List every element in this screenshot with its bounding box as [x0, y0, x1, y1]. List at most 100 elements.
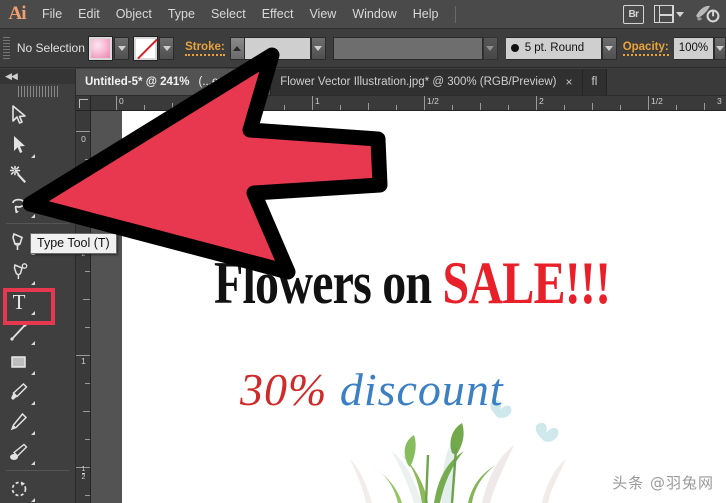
ruler-h-label-2: 1/2	[427, 96, 439, 106]
stroke-swatch[interactable]	[134, 36, 158, 60]
ruler-v-label-3: 12	[81, 466, 86, 481]
vertical-ruler[interactable]: 0 12 1 12	[76, 111, 91, 503]
artwork-subtitle[interactable]: 30% discount	[240, 363, 504, 416]
subtitle-discount-text: discount	[339, 364, 504, 415]
artboard[interactable]: Flowers on SALE!!! 30% discount	[122, 111, 726, 503]
cc-rocket-icon[interactable]	[694, 4, 720, 24]
opacity-label[interactable]: Opacity:	[622, 41, 669, 56]
add-anchor-point-tool[interactable]	[0, 257, 38, 287]
ruler-h-label-5: 3	[717, 96, 722, 106]
opacity-dropdown-button[interactable]	[714, 36, 726, 60]
brush-dot-icon	[510, 44, 519, 52]
type-tool-label: T	[12, 289, 26, 314]
stroke-profile-dropdown-button[interactable]	[482, 36, 498, 60]
ruler-h-label-4: 1/2	[651, 96, 663, 106]
tab-label: Untitled-5* @ 241%	[85, 76, 190, 88]
stroke-label[interactable]: Stroke:	[185, 41, 225, 56]
document-tab-bar: Untitled-5* @ 241% (...eview) × Flower V…	[76, 69, 726, 96]
line-segment-tool[interactable]	[0, 317, 38, 347]
tab-label-suffix: (...eview)	[198, 76, 246, 88]
stroke-profile-input[interactable]	[332, 36, 483, 60]
stroke-weight-dropdown-button[interactable]	[310, 36, 326, 60]
tab-close-icon[interactable]: ×	[565, 75, 572, 89]
control-bar: No Selection Stroke: 5 pt. Round Opacity…	[0, 29, 726, 68]
stroke-dropdown-button[interactable]	[159, 36, 175, 60]
menu-select[interactable]: Select	[203, 0, 254, 28]
horizontal-ruler[interactable]: 0 1 1/2 2 1/2 3	[76, 96, 726, 111]
ruler-h-label-1: 1	[315, 96, 320, 106]
tool-flyout-indicator-icon	[31, 341, 35, 345]
brush-control[interactable]: 5 pt. Round	[505, 36, 617, 60]
tool-flyout-indicator-icon	[31, 498, 35, 502]
tool-flyout-indicator-icon	[31, 371, 35, 375]
rotate-tool[interactable]	[0, 474, 38, 503]
tool-flyout-indicator-icon	[31, 461, 35, 465]
canvas-area[interactable]: Flowers on SALE!!! 30% discount 头条 @羽兔网	[91, 111, 726, 503]
tool-flyout-indicator-icon	[31, 214, 35, 218]
opacity-input[interactable]: 100%	[673, 36, 715, 60]
illustrator-window: Ai File Edit Object Type Select Effect V…	[0, 0, 726, 503]
ruler-origin-corner[interactable]	[76, 96, 91, 111]
headline-sale-text: SALE!!!	[442, 250, 612, 316]
tool-flyout-indicator-icon	[31, 281, 35, 285]
tool-flyout-indicator-icon	[31, 431, 35, 435]
tab-label: fl	[591, 76, 598, 88]
menu-view[interactable]: View	[301, 0, 344, 28]
selection-status: No Selection	[16, 41, 85, 55]
tab-untitled-5[interactable]: Untitled-5* @ 241% (...eview) ×	[76, 69, 272, 95]
workspace-switcher-icon[interactable]	[654, 5, 684, 23]
menu-file[interactable]: File	[34, 0, 70, 28]
stroke-profile-control[interactable]	[332, 36, 498, 60]
tools-divider	[6, 470, 69, 471]
tool-flyout-indicator-icon	[31, 311, 35, 315]
menu-edit[interactable]: Edit	[70, 0, 108, 28]
selection-tool[interactable]	[0, 100, 38, 130]
fill-dropdown-button[interactable]	[114, 36, 130, 60]
ruler-v-label-0: 0	[81, 134, 86, 144]
menu-effect[interactable]: Effect	[254, 0, 302, 28]
lasso-tool[interactable]	[0, 190, 38, 220]
watermark: 头条 @羽兔网	[612, 474, 714, 492]
headline-black-text: Flowers on	[214, 250, 443, 316]
tool-flyout-indicator-icon	[31, 154, 35, 158]
blob-brush-tool[interactable]	[0, 437, 38, 467]
stroke-swatch-group[interactable]	[134, 36, 175, 60]
bridge-icon[interactable]: Br	[623, 4, 644, 24]
magic-wand-tool[interactable]	[0, 160, 38, 190]
menu-divider	[454, 5, 456, 23]
stroke-weight-control[interactable]	[229, 36, 326, 60]
menu-bar: Ai File Edit Object Type Select Effect V…	[0, 0, 726, 29]
brush-dropdown-button[interactable]	[601, 36, 617, 60]
tab-close-icon[interactable]: ×	[254, 75, 261, 89]
menu-object[interactable]: Object	[108, 0, 160, 28]
tools-panel: ◀◀ T	[0, 69, 76, 503]
pencil-tool[interactable]	[0, 407, 38, 437]
artwork-headline[interactable]: Flowers on SALE!!!	[214, 250, 611, 316]
type-tool[interactable]: T	[0, 287, 55, 325]
ruler-h-label-3: 2	[539, 96, 544, 106]
paintbrush-tool[interactable]	[0, 377, 38, 407]
stroke-weight-input[interactable]	[244, 36, 311, 60]
tools-panel-collapse-button[interactable]: ◀◀	[0, 69, 75, 84]
tools-panel-grip[interactable]	[17, 86, 58, 97]
app-logo-icon: Ai	[8, 3, 27, 24]
stroke-weight-stepper[interactable]	[229, 36, 245, 60]
double-chevron-left-icon: ◀◀	[5, 71, 18, 81]
ruler-v-label-2: 1	[81, 356, 86, 366]
brush-definition-input[interactable]: 5 pt. Round	[505, 36, 602, 60]
menu-type[interactable]: Type	[160, 0, 203, 28]
direct-selection-tool[interactable]	[0, 130, 38, 160]
tools-divider	[6, 223, 69, 224]
fill-swatch-group[interactable]	[89, 36, 130, 60]
type-tool-tooltip: Type Tool (T)	[30, 233, 117, 254]
tool-flyout-indicator-icon	[31, 401, 35, 405]
rectangle-tool[interactable]	[0, 347, 38, 377]
tab-overflow[interactable]: fl	[582, 69, 608, 95]
tab-flower-vector-illustration[interactable]: Flower Vector Illustration.jpg* @ 300% (…	[271, 69, 583, 95]
tab-label: Flower Vector Illustration.jpg* @ 300% (…	[280, 76, 557, 88]
ruler-h-label-0: 0	[119, 96, 124, 106]
control-bar-grip[interactable]	[3, 37, 10, 59]
menu-window[interactable]: Window	[344, 0, 404, 28]
menu-help[interactable]: Help	[405, 0, 447, 28]
fill-swatch[interactable]	[89, 36, 113, 60]
